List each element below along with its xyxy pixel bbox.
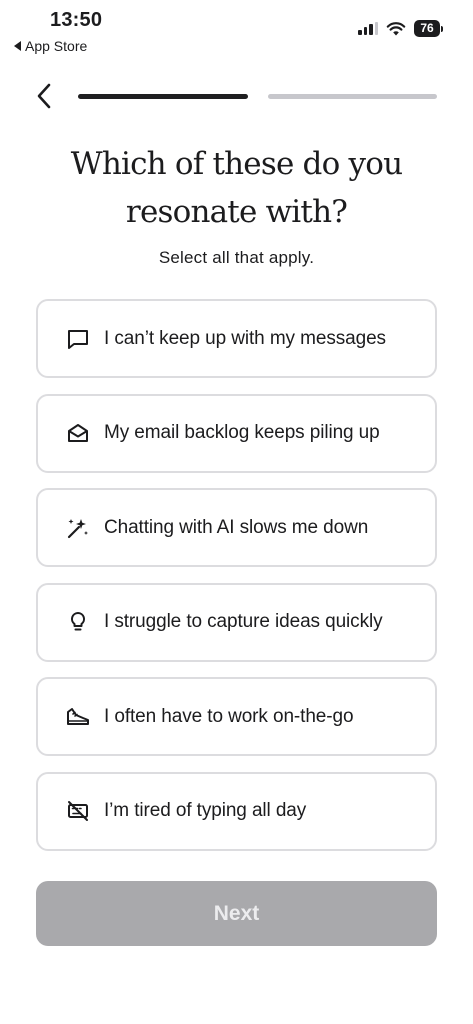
status-time: 13:50 (50, 9, 103, 31)
wifi-icon (386, 22, 406, 36)
battery-level: 76 (414, 20, 440, 37)
option-typing[interactable]: I’m tired of typing all day (36, 771, 437, 851)
option-capture-ideas[interactable]: I struggle to capture ideas quickly (36, 582, 437, 662)
options-list: I can’t keep up with my messages My emai… (36, 299, 437, 866)
title-line-2: resonate with? (125, 194, 348, 230)
option-label: My email backlog keeps piling up (104, 422, 380, 443)
option-label: I often have to work on-the-go (104, 705, 354, 727)
option-label: I can’t keep up with my messages (104, 327, 386, 349)
battery-indicator: 76 (414, 20, 443, 37)
back-triangle-icon (14, 41, 21, 51)
option-email[interactable]: My email backlog keeps piling up (36, 393, 437, 473)
chat-bubble-icon (65, 326, 91, 352)
back-to-app-store[interactable]: App Store (14, 38, 87, 54)
battery-tip (441, 25, 443, 32)
back-button[interactable] (28, 80, 60, 112)
progress-segment-remaining (268, 94, 437, 99)
lightbulb-icon (65, 609, 91, 635)
page-title: Which of these do you resonate with? (40, 140, 433, 236)
option-label: I’m tired of typing all day (104, 800, 307, 821)
option-ai-chat[interactable]: Chatting with AI slows me down (36, 488, 437, 567)
option-label: I struggle to capture ideas quickly (104, 611, 383, 632)
back-to-app-label: App Store (25, 38, 88, 54)
status-indicators: 76 (358, 20, 443, 37)
page-subtitle: Select all that apply. (158, 248, 315, 267)
title-line-1: Which of these do you (70, 146, 403, 182)
keyboard-off-icon (65, 798, 91, 824)
option-label: Chatting with AI slows me down (104, 516, 369, 538)
option-on-the-go[interactable]: I often have to work on-the-go (36, 677, 437, 756)
chevron-left-icon (37, 83, 51, 109)
cellular-signal-icon (358, 22, 378, 35)
magic-wand-icon (65, 515, 91, 541)
next-button[interactable]: Next (36, 881, 437, 946)
progress-segment-complete (78, 94, 248, 99)
envelope-open-icon (65, 420, 91, 446)
sneaker-icon (65, 704, 91, 730)
option-messages[interactable]: I can’t keep up with my messages (36, 299, 437, 378)
